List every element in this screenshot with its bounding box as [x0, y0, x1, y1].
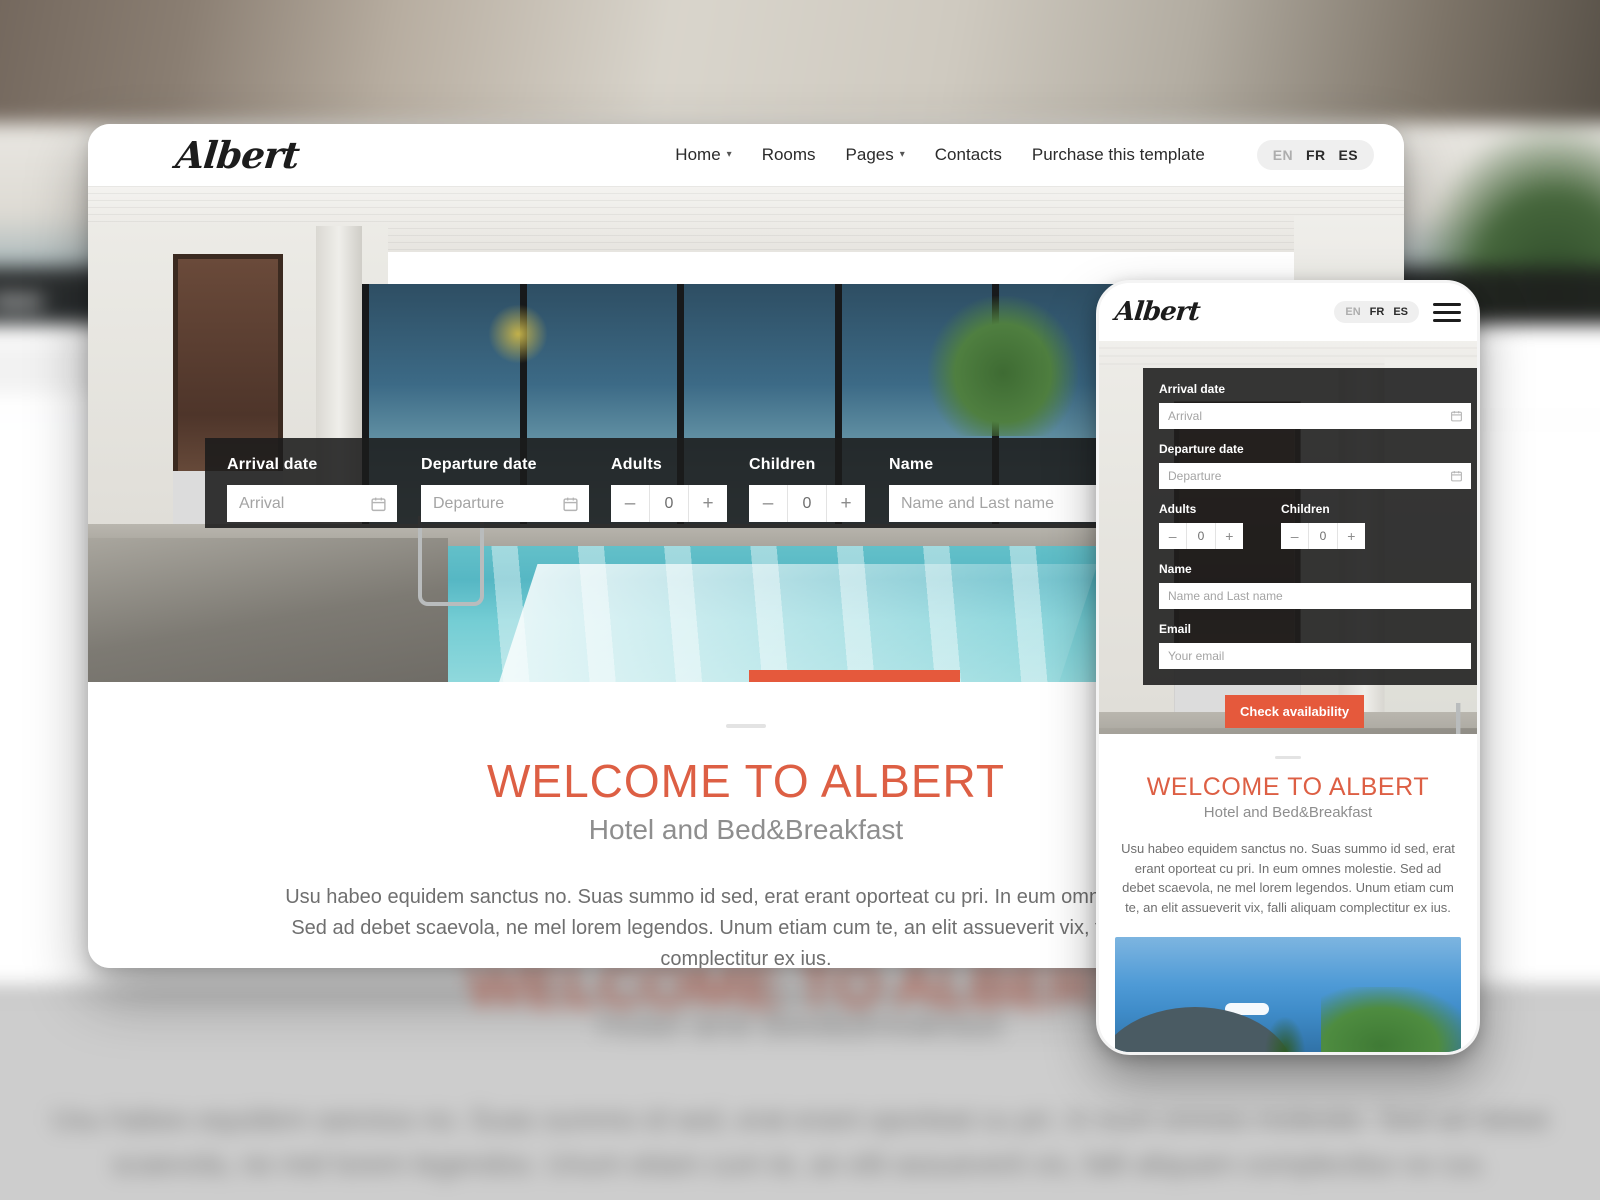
mobile-children-decrement-button[interactable]: – [1281, 523, 1308, 549]
check-availability-button[interactable]: Check availability [749, 670, 961, 682]
nav-label: Home [675, 145, 721, 164]
lang-option-es[interactable]: ES [1339, 147, 1358, 163]
mobile-adults-value: 0 [1186, 523, 1216, 549]
mobile-children-value: 0 [1308, 523, 1338, 549]
calendar-icon [1451, 411, 1462, 422]
mobile-name-input[interactable]: Name and Last name [1159, 583, 1471, 609]
desktop-header: Albert Home ▾ Rooms Pages ▾ Contacts Pur… [88, 124, 1404, 186]
mobile-email-placeholder: Your email [1168, 649, 1225, 663]
chevron-down-icon: ▾ [726, 149, 732, 160]
children-decrement-button[interactable]: – [749, 485, 787, 522]
tree-shape [1265, 1017, 1305, 1052]
mobile-booking-form: Arrival date Arrival Departure date Depa… [1143, 368, 1477, 685]
nav-label: Pages [845, 145, 894, 164]
mobile-section-divider [1275, 756, 1301, 759]
mobile-welcome-title: WELCOME TO ALBERT [1146, 773, 1430, 801]
mobile-arrival-date-label: Arrival date [1159, 382, 1226, 396]
mobile-departure-date-placeholder: Departure [1168, 469, 1222, 483]
mobile-welcome-body: Usu habeo equidem sanctus no. Suas summo… [1121, 841, 1455, 915]
language-switcher: EN FR ES [1256, 140, 1374, 170]
mobile-name-placeholder: Name and Last name [1168, 589, 1283, 603]
nav-item-purchase-template[interactable]: Purchase this template [1032, 145, 1205, 165]
nav-label: Rooms [761, 145, 816, 164]
nav-label: Contacts [934, 145, 1002, 164]
departure-date-label: Departure date [421, 456, 537, 473]
mobile-children-group: Children – 0 + [1281, 502, 1365, 562]
nav-item-home[interactable]: Home ▾ [675, 145, 731, 165]
mobile-children-label: Children [1281, 502, 1330, 516]
arrival-date-input[interactable]: Arrival [227, 485, 397, 522]
nav-item-pages[interactable]: Pages ▾ [846, 145, 905, 165]
mobile-language-switcher: EN FR ES [1334, 301, 1419, 323]
hamburger-menu-icon[interactable] [1433, 302, 1461, 322]
adults-stepper: – 0 + [611, 485, 727, 522]
adults-label: Adults [611, 456, 662, 473]
mobile-adults-stepper: – 0 + [1159, 523, 1243, 549]
lang-option-en[interactable]: EN [1273, 147, 1293, 163]
mobile-adults-increment-button[interactable]: + [1216, 523, 1243, 549]
mobile-arrival-date-input[interactable]: Arrival [1159, 403, 1471, 429]
mobile-arrival-date-placeholder: Arrival [1168, 409, 1203, 423]
mobile-name-label: Name [1159, 562, 1192, 576]
mobile-adults-decrement-button[interactable]: – [1159, 523, 1186, 549]
mobile-check-availability-button[interactable]: Check availability [1225, 695, 1365, 728]
mobile-children-stepper: – 0 + [1281, 523, 1365, 549]
children-increment-button[interactable]: + [827, 485, 865, 522]
mobile-departure-date-label: Departure date [1159, 442, 1244, 456]
section-divider [726, 724, 766, 728]
calendar-icon [371, 497, 386, 511]
arrival-date-group: Arrival date Arrival [227, 456, 397, 522]
foliage-shape [1321, 987, 1461, 1052]
name-input[interactable]: Name and Last name [889, 485, 1111, 522]
departure-date-group: Departure date Departure [421, 456, 589, 522]
name-label: Name [889, 456, 934, 473]
nav-item-contacts[interactable]: Contacts [935, 145, 1002, 165]
nav-label: Purchase this template [1031, 145, 1205, 164]
main-navigation: Home ▾ Rooms Pages ▾ Contacts Purchase t… [675, 140, 1374, 170]
site-logo[interactable]: Albert [174, 133, 301, 177]
mobile-adults-label: Adults [1159, 502, 1197, 516]
mobile-lang-option-en[interactable]: EN [1345, 306, 1360, 318]
mobile-header: Albert EN FR ES [1099, 283, 1477, 341]
children-label: Children [749, 456, 816, 473]
arrival-date-label: Arrival date [227, 456, 318, 473]
bg-welcome-body: Usu habeo equidem sanctus no. Suas summo… [51, 1103, 1549, 1180]
mobile-welcome-section: WELCOME TO ALBERT Hotel and Bed&Breakfas… [1099, 734, 1477, 1052]
calendar-icon [1451, 471, 1462, 482]
mobile-mockup: Albert EN FR ES Arrival date Arrival Dep… [1096, 280, 1480, 1055]
mobile-children-increment-button[interactable]: + [1338, 523, 1365, 549]
chevron-down-icon: ▾ [899, 149, 905, 160]
mobile-guests-row: Adults – 0 + Children – 0 + [1159, 502, 1471, 562]
children-stepper: – 0 + [749, 485, 865, 522]
mobile-email-label: Email [1159, 622, 1192, 636]
adults-decrement-button[interactable]: – [611, 485, 649, 522]
bg-booking-bar-label: e date [0, 287, 44, 314]
mobile-email-input[interactable]: Your email [1159, 643, 1471, 669]
mobile-site-logo[interactable]: Albert [1113, 297, 1201, 327]
mobile-hero-section: Arrival date Arrival Departure date Depa… [1099, 341, 1477, 734]
arrival-date-placeholder: Arrival [239, 494, 285, 512]
adults-value: 0 [649, 485, 689, 522]
departure-date-placeholder: Departure [433, 494, 505, 512]
welcome-body: Usu habeo equidem sanctus no. Suas summo… [285, 886, 1207, 968]
mobile-lang-option-fr[interactable]: FR [1370, 306, 1385, 318]
mobile-lang-option-es[interactable]: ES [1393, 306, 1408, 318]
mobile-adults-group: Adults – 0 + [1159, 502, 1243, 562]
mobile-landscape-photo [1115, 937, 1461, 1052]
name-placeholder: Name and Last name [901, 494, 1054, 512]
lang-option-fr[interactable]: FR [1306, 147, 1325, 163]
departure-date-input[interactable]: Departure [421, 485, 589, 522]
adults-increment-button[interactable]: + [689, 485, 727, 522]
adults-group: Adults – 0 + [611, 456, 727, 522]
children-value: 0 [787, 485, 827, 522]
nav-item-rooms[interactable]: Rooms [762, 145, 816, 165]
mobile-departure-date-input[interactable]: Departure [1159, 463, 1471, 489]
calendar-icon [563, 497, 578, 511]
children-group: Children – 0 + [749, 456, 865, 522]
mobile-welcome-subtitle: Hotel and Bed&Breakfast [1203, 804, 1373, 821]
name-group: Name Name and Last name [889, 456, 1111, 522]
